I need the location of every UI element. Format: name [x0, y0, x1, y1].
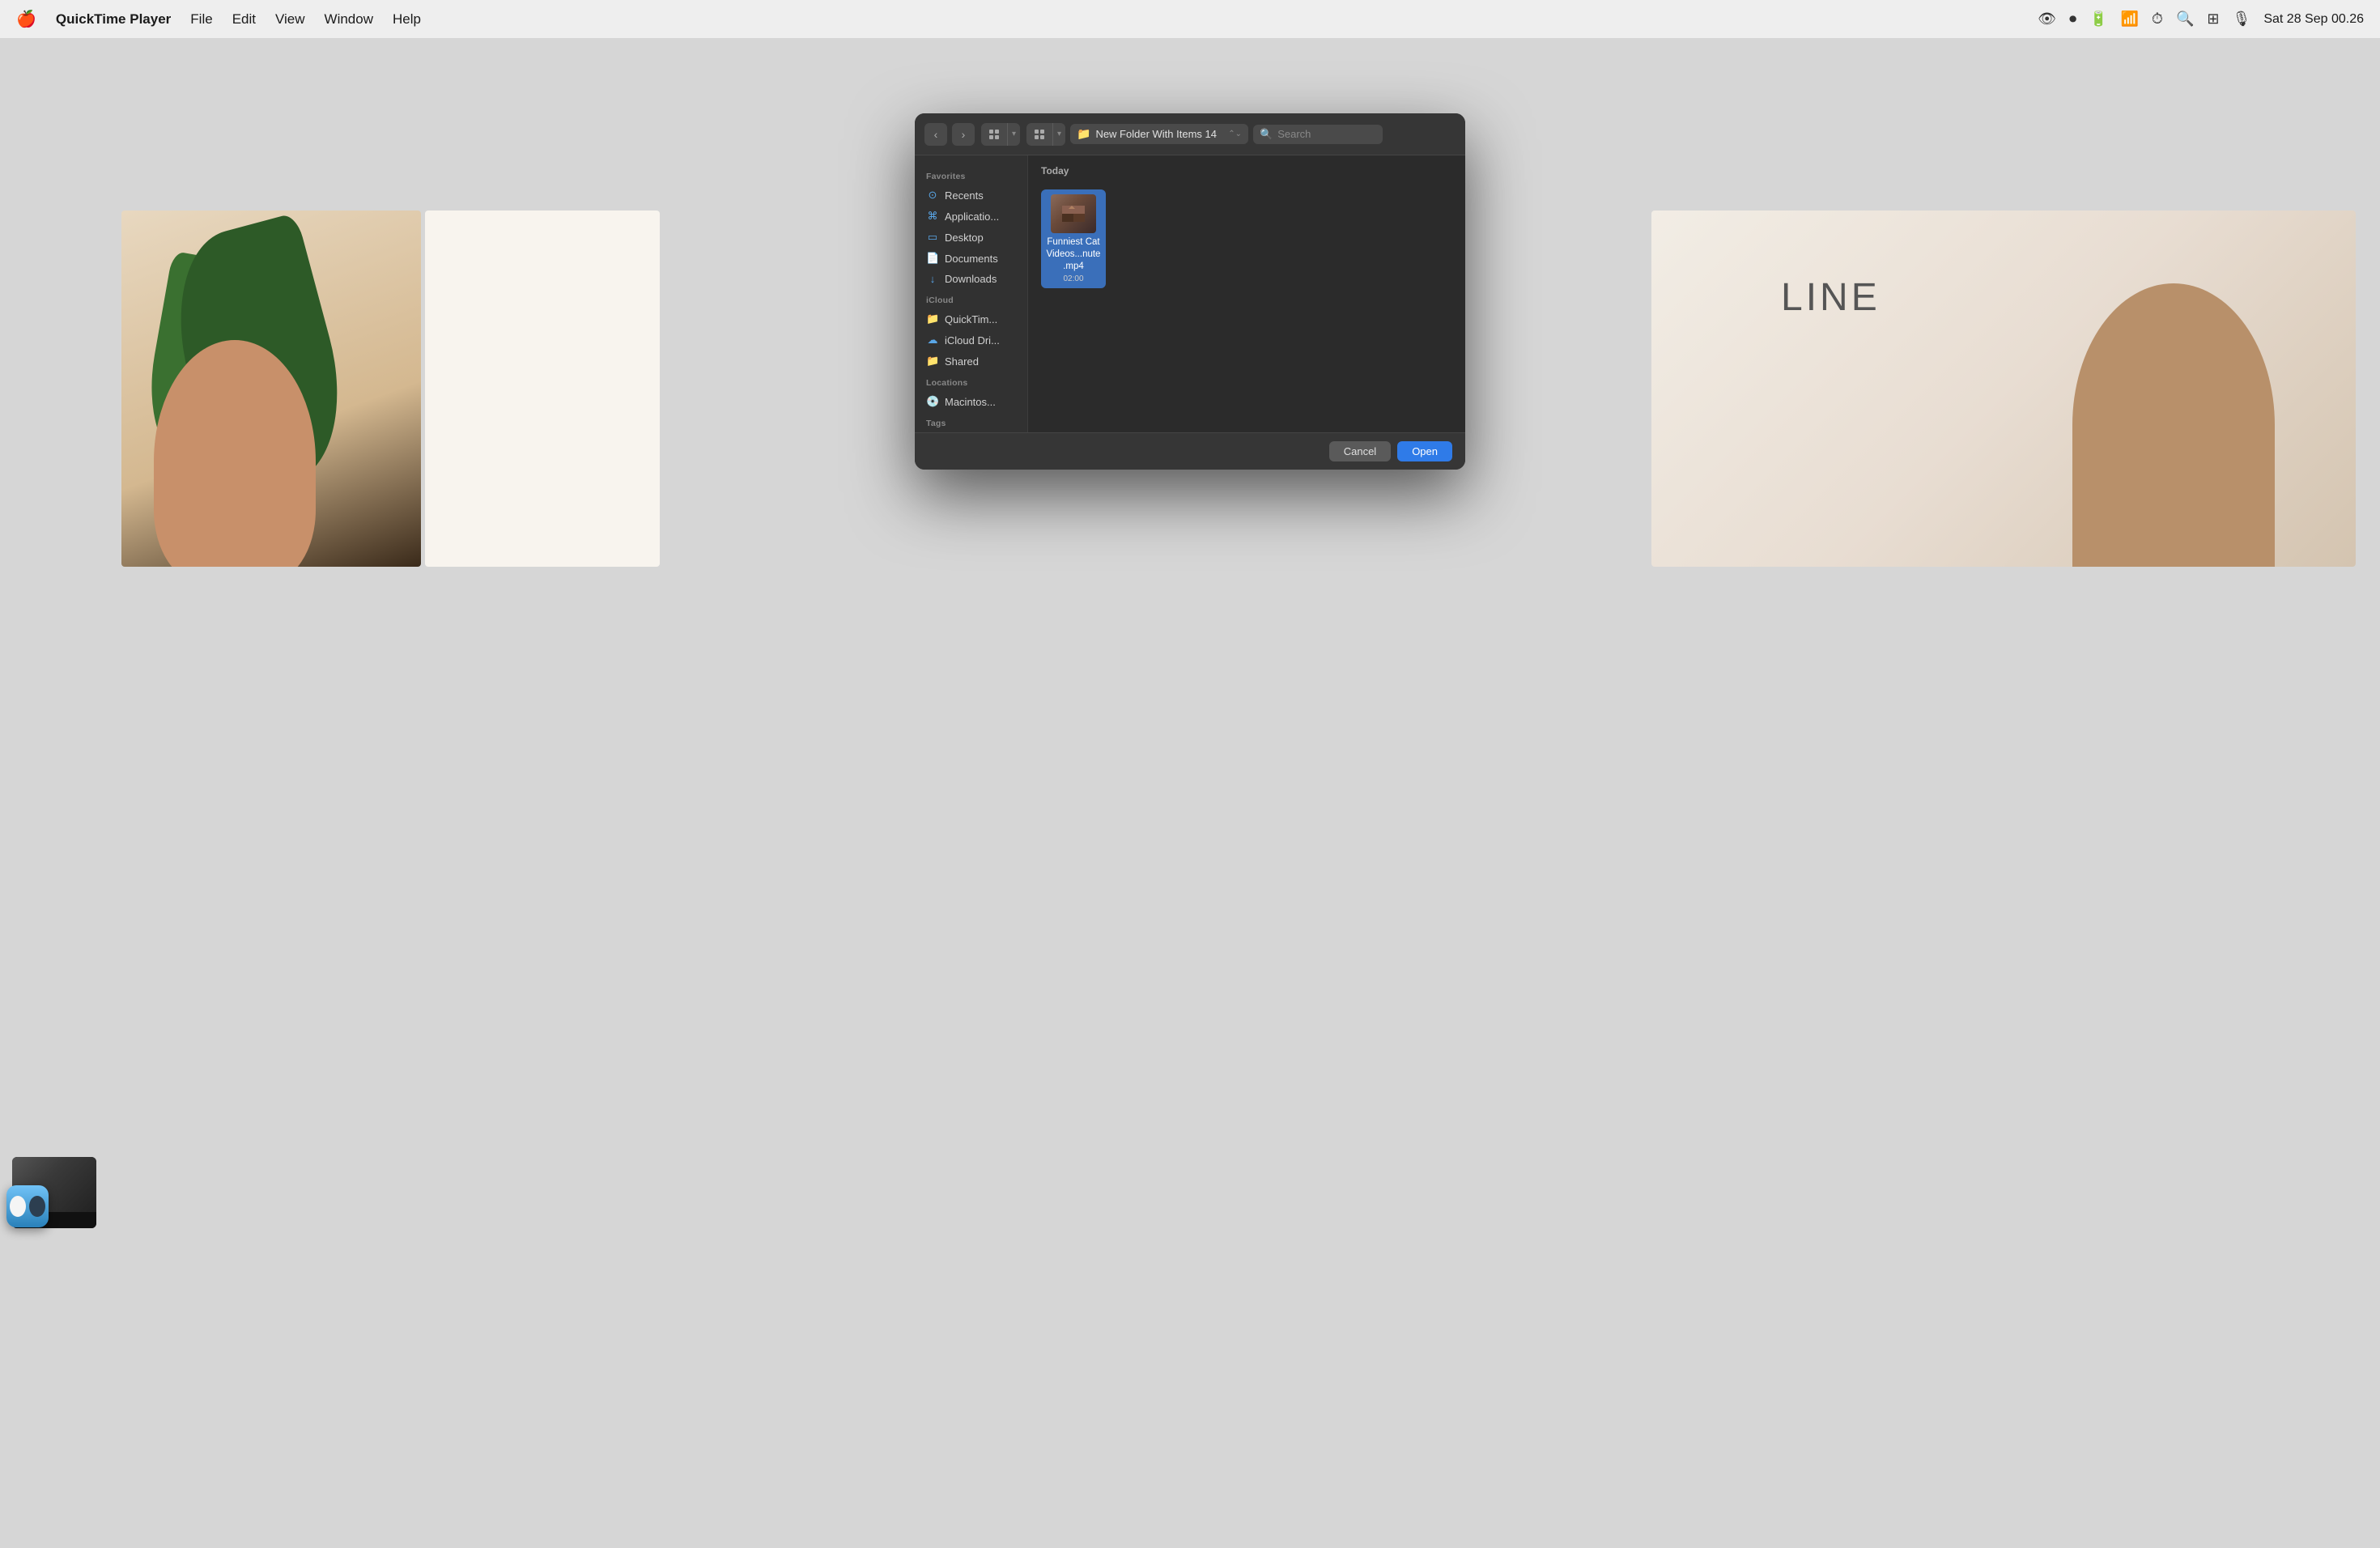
- battery-icon: 🔋: [2089, 11, 2107, 28]
- list-view-group: ▾: [1026, 123, 1065, 146]
- shared-icon: 📁: [926, 355, 939, 368]
- list-view-button[interactable]: [1026, 123, 1052, 146]
- back-button[interactable]: ‹: [924, 123, 947, 146]
- documents-label: Documents: [945, 253, 998, 265]
- today-section-header: Today: [1041, 165, 1452, 181]
- file-thumbnail: [1051, 194, 1096, 233]
- sidebar-item-quicktime[interactable]: 📁 QuickTim...: [915, 308, 1027, 330]
- search-input[interactable]: [1277, 128, 1376, 140]
- downloads-label: Downloads: [945, 273, 997, 285]
- screen-recording-icon: 👁: [2038, 11, 2056, 28]
- cancel-button[interactable]: Cancel: [1329, 441, 1391, 461]
- file-open-dialog: ‹ › ▾ ▾: [915, 113, 1465, 470]
- sidebar-item-documents[interactable]: 📄 Documents: [915, 248, 1027, 269]
- folder-selector-name: New Folder With Items 14: [1095, 128, 1217, 140]
- search-magnifier-icon: 🔍: [1260, 128, 1273, 141]
- quicktime-icon: 📁: [926, 313, 939, 325]
- menubar-right: 👁 ⏺ 🔋 📶 ⏱ 🔍 ⊞ 🎙 Sat 28 Sep 00.26: [2038, 11, 2364, 28]
- sidebar-item-macintosh[interactable]: 💿 Macintos...: [915, 391, 1027, 412]
- control-center-icon[interactable]: ⊞: [2207, 11, 2219, 28]
- macintosh-icon: 💿: [926, 395, 939, 408]
- file-item-funniest-cat[interactable]: Funniest Cat Videos...nute.mp4 02:00: [1041, 189, 1106, 288]
- sidebar-item-downloads[interactable]: ↓ Downloads: [915, 269, 1027, 289]
- icloud-section-label: iCloud: [915, 289, 1027, 308]
- sidebar-item-desktop[interactable]: ▭ Desktop: [915, 227, 1027, 248]
- search-box[interactable]: 🔍: [1253, 125, 1383, 144]
- bg-right-text: LINE: [1781, 275, 1881, 320]
- applications-label: Applicatio...: [945, 211, 999, 223]
- icloud-drive-label: iCloud Dri...: [945, 334, 1000, 347]
- desktop-label: Desktop: [945, 232, 984, 244]
- dialog-sidebar: Favorites ⊙ Recents ⌘ Applicatio... ▭ De…: [915, 155, 1028, 432]
- downloads-icon: ↓: [926, 273, 939, 285]
- open-button[interactable]: Open: [1397, 441, 1452, 461]
- clock: Sat 28 Sep 00.26: [2263, 12, 2364, 27]
- folder-selector[interactable]: 📁 New Folder With Items 14 ⌃⌄: [1070, 124, 1248, 144]
- documents-icon: 📄: [926, 252, 939, 265]
- view-mode-group: ▾: [981, 123, 1020, 146]
- icloud-drive-icon: ☁: [926, 334, 939, 347]
- view-menu[interactable]: View: [275, 11, 305, 28]
- list-view-chevron[interactable]: ▾: [1052, 123, 1065, 146]
- window-menu[interactable]: Window: [325, 11, 373, 28]
- folder-selector-icon: 📁: [1077, 127, 1090, 141]
- play-icon: ⏺: [2069, 11, 2076, 28]
- folder-chevron-icon: ⌃⌄: [1228, 130, 1242, 138]
- macintosh-label: Macintos...: [945, 396, 996, 408]
- dialog-body: Favorites ⊙ Recents ⌘ Applicatio... ▭ De…: [915, 155, 1465, 432]
- locations-section-label: Locations: [915, 372, 1027, 391]
- menubar: 🍎 QuickTime Player File Edit View Window…: [0, 0, 2380, 39]
- favorites-section-label: Favorites: [915, 165, 1027, 185]
- menubar-left: 🍎 QuickTime Player File Edit View Window…: [16, 9, 2038, 29]
- siri-icon[interactable]: 🎙: [2232, 11, 2250, 28]
- apple-logo-icon[interactable]: 🍎: [16, 9, 36, 29]
- finder-face-right: [29, 1196, 45, 1217]
- sidebar-item-recents[interactable]: ⊙ Recents: [915, 185, 1027, 206]
- desktop-icon: ▭: [926, 231, 939, 244]
- file-name-line1: Funniest Cat: [1047, 236, 1099, 249]
- edit-menu[interactable]: Edit: [232, 11, 256, 28]
- recents-label: Recents: [945, 189, 984, 202]
- search-icon[interactable]: 🔍: [2176, 11, 2194, 28]
- app-name-menu[interactable]: QuickTime Player: [56, 11, 171, 28]
- bg-center-strip: [425, 211, 660, 567]
- help-menu[interactable]: Help: [393, 11, 421, 28]
- file-duration: 02:00: [1063, 274, 1083, 283]
- wifi-icon: 📶: [2121, 11, 2139, 28]
- sidebar-item-icloud-drive[interactable]: ☁ iCloud Dri...: [915, 330, 1027, 351]
- bg-right-panel: LINE: [1651, 211, 2356, 567]
- forward-button[interactable]: ›: [952, 123, 975, 146]
- dialog-footer: Cancel Open: [915, 432, 1465, 470]
- icon-view-chevron[interactable]: ▾: [1007, 123, 1020, 146]
- finder-face: [6, 1185, 49, 1227]
- figure-head: [154, 340, 316, 567]
- dialog-toolbar: ‹ › ▾ ▾: [915, 113, 1465, 155]
- time-machine-icon: ⏱: [2152, 11, 2163, 28]
- files-grid: Funniest Cat Videos...nute.mp4 02:00: [1041, 189, 1452, 288]
- sidebar-item-shared[interactable]: 📁 Shared: [915, 351, 1027, 372]
- shared-label: Shared: [945, 355, 979, 368]
- file-menu[interactable]: File: [190, 11, 212, 28]
- recents-icon: ⊙: [926, 189, 939, 202]
- tags-section-label: Tags: [915, 412, 1027, 432]
- dialog-content: Today: [1028, 155, 1465, 432]
- bg-right-figure: [2072, 283, 2275, 567]
- applications-icon: ⌘: [926, 210, 939, 223]
- video-thumbnail-image: [1051, 194, 1096, 233]
- sidebar-item-applications[interactable]: ⌘ Applicatio...: [915, 206, 1027, 227]
- quicktime-label: QuickTim...: [945, 313, 997, 325]
- finder-face-left: [10, 1196, 26, 1217]
- file-name-line2: Videos...nute.mp4: [1046, 249, 1101, 273]
- bg-artwork-left: [121, 211, 421, 567]
- finder-icon[interactable]: [6, 1185, 53, 1232]
- icon-view-button[interactable]: [981, 123, 1007, 146]
